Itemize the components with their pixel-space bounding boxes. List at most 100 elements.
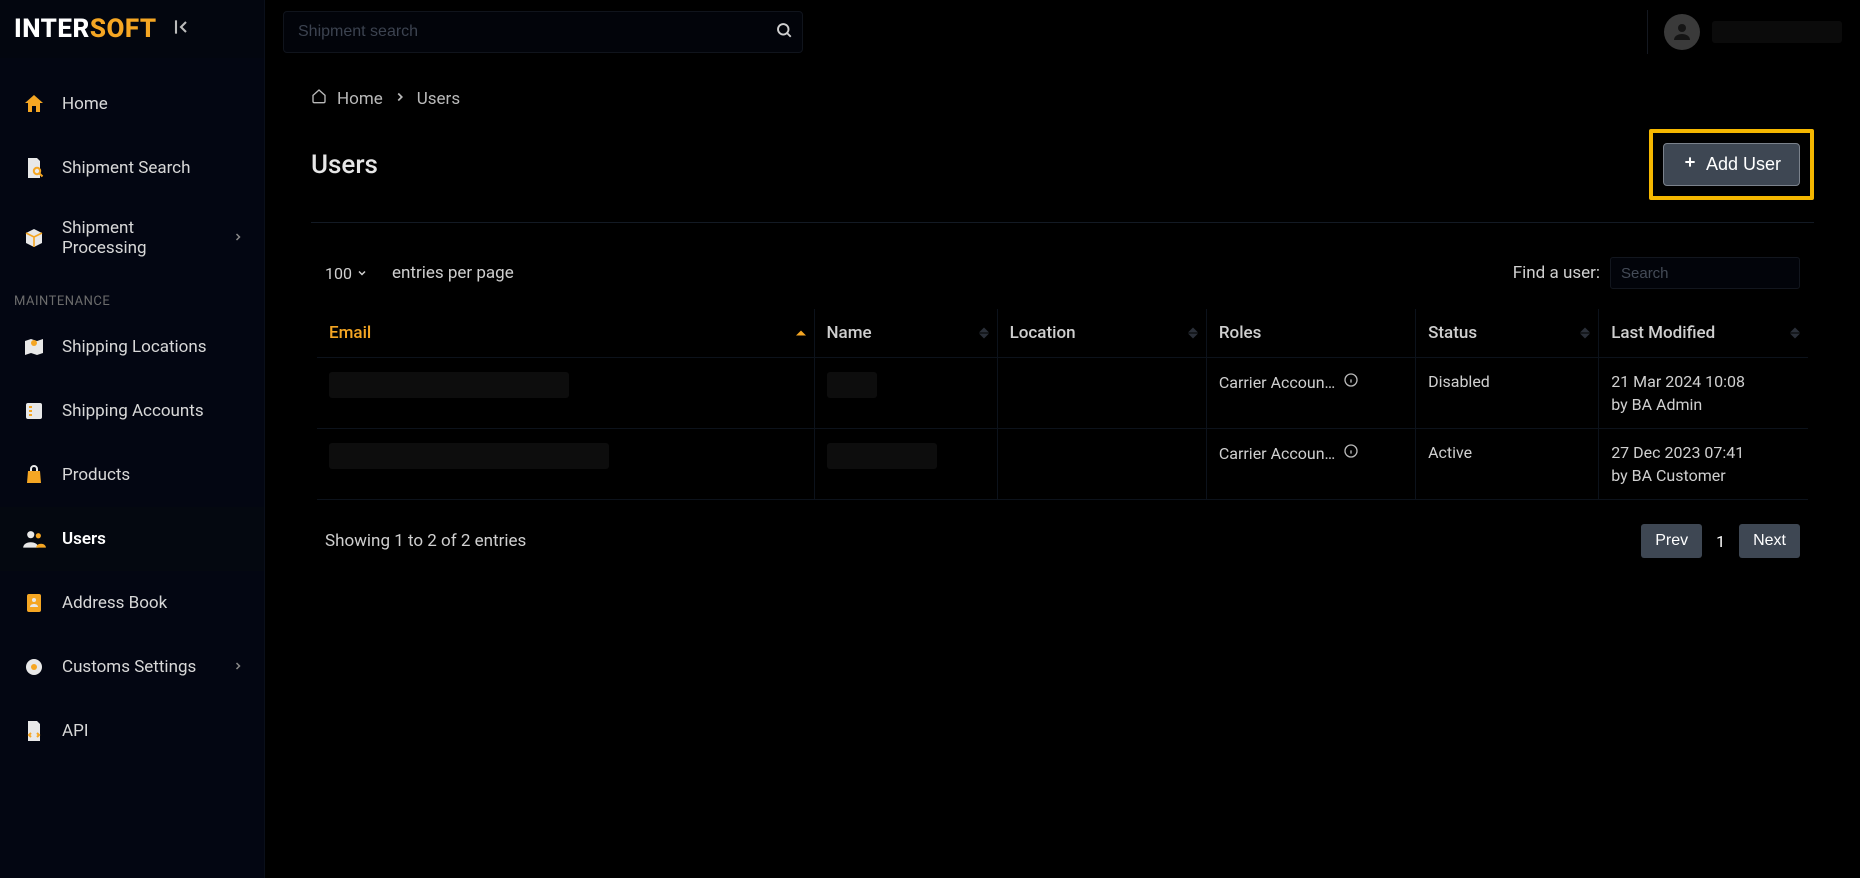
col-label: Status [1428, 323, 1477, 343]
sidebar-item-home[interactable]: Home [0, 72, 264, 136]
file-code-icon [20, 717, 48, 745]
sidebar-item-products[interactable]: Products [0, 443, 264, 507]
cell-roles: Carrier Accoun… [1219, 373, 1335, 392]
topbar [265, 0, 1860, 64]
info-icon[interactable] [1343, 443, 1359, 463]
sidebar: INTERSOFT Home Shipment Search [0, 0, 265, 878]
sidebar-item-shipment-search[interactable]: Shipment Search [0, 136, 264, 200]
col-label: Location [1010, 323, 1076, 343]
prev-button[interactable]: Prev [1641, 524, 1702, 558]
col-label: Last Modified [1611, 323, 1715, 343]
page-size-select[interactable]: 100 [325, 264, 368, 283]
page-current: 1 [1710, 532, 1731, 551]
content: Home Users Users Add User [265, 64, 1860, 582]
map-pin-icon [20, 333, 48, 361]
book-icon [20, 589, 48, 617]
table-controls: 100 entries per page Find a user: [311, 257, 1814, 309]
sidebar-item-label: Products [62, 465, 130, 485]
cell-last-by: by BA Customer [1611, 466, 1796, 485]
home-icon [311, 88, 327, 109]
user-name[interactable] [1712, 21, 1842, 43]
cell-last-date: 21 Mar 2024 10:08 [1611, 372, 1796, 391]
cell-email [329, 372, 569, 398]
find-user-input[interactable] [1610, 257, 1800, 289]
table-row[interactable]: Carrier Accoun… Active 27 Dec 2023 07:41… [317, 429, 1808, 500]
sidebar-item-label: Users [62, 529, 106, 549]
cell-status: Disabled [1428, 372, 1490, 391]
sidebar-item-label: Shipment Processing [62, 218, 218, 258]
users-table-wrap: Email Name Location [311, 309, 1814, 500]
page-header: Users Add User [311, 129, 1814, 223]
cell-last-by: by BA Admin [1611, 395, 1796, 414]
add-user-button[interactable]: Add User [1663, 143, 1800, 186]
sidebar-item-address-book[interactable]: Address Book [0, 571, 264, 635]
showing-entries: Showing 1 to 2 of 2 entries [325, 531, 526, 551]
sidebar-item-shipping-locations[interactable]: Shipping Locations [0, 315, 264, 379]
sidebar-section-maintenance: MAINTENANCE [0, 276, 264, 315]
col-status[interactable]: Status [1416, 309, 1599, 358]
add-user-highlight: Add User [1649, 129, 1814, 200]
sidebar-item-label: Shipping Locations [62, 337, 207, 357]
sort-icon [979, 328, 989, 339]
sidebar-item-users[interactable]: Users [0, 507, 264, 571]
col-label: Roles [1219, 323, 1262, 343]
sidebar-item-label: Shipping Accounts [62, 401, 204, 421]
logo-part2: SOFT [90, 14, 157, 44]
logo: INTERSOFT [14, 14, 157, 44]
sidebar-item-label: Shipment Search [62, 158, 190, 178]
info-icon[interactable] [1343, 372, 1359, 392]
sidebar-item-label: API [62, 721, 88, 741]
next-button[interactable]: Next [1739, 524, 1800, 558]
page-title: Users [311, 150, 378, 180]
users-table: Email Name Location [317, 309, 1808, 500]
table-footer: Showing 1 to 2 of 2 entries Prev 1 Next [311, 500, 1814, 558]
col-location[interactable]: Location [997, 309, 1206, 358]
search-wrap [283, 11, 803, 53]
sidebar-item-api[interactable]: API [0, 699, 264, 763]
chevron-right-icon [232, 228, 244, 248]
package-icon [20, 224, 48, 252]
sidebar-item-shipping-accounts[interactable]: Shipping Accounts [0, 379, 264, 443]
table-row[interactable]: Carrier Accoun… Disabled 21 Mar 2024 10:… [317, 358, 1808, 429]
add-user-label: Add User [1706, 154, 1781, 175]
sidebar-item-customs-settings[interactable]: Customs Settings [0, 635, 264, 699]
cell-email [329, 443, 609, 469]
chevron-right-icon [232, 657, 244, 677]
gear-icon [20, 653, 48, 681]
page-size-value: 100 [325, 264, 352, 283]
pager: Prev 1 Next [1641, 524, 1800, 558]
shipment-search-input[interactable] [283, 11, 803, 53]
users-icon [20, 525, 48, 553]
col-label: Name [827, 323, 872, 343]
sidebar-item-shipment-processing[interactable]: Shipment Processing [0, 200, 264, 276]
primary-nav: Home Shipment Search Shipment Processing… [0, 58, 264, 763]
plus-icon [1682, 154, 1698, 175]
cell-name [827, 372, 877, 398]
sort-icon [1188, 328, 1198, 339]
col-label: Email [329, 323, 371, 343]
cell-status: Active [1428, 443, 1472, 462]
sidebar-item-label: Customs Settings [62, 657, 196, 677]
main: Home Users Users Add User [265, 0, 1860, 878]
sidebar-collapse-icon[interactable] [171, 17, 191, 41]
sort-icon [796, 331, 806, 336]
sort-icon [1790, 328, 1800, 339]
col-roles[interactable]: Roles [1206, 309, 1415, 358]
bag-icon [20, 461, 48, 489]
sidebar-item-label: Home [62, 94, 108, 114]
find-user-label: Find a user: [1513, 263, 1600, 283]
home-icon [20, 90, 48, 118]
list-icon [20, 397, 48, 425]
search-icon[interactable] [775, 21, 793, 43]
breadcrumb-home[interactable]: Home [337, 89, 383, 109]
logo-part1: INTER [14, 14, 90, 44]
col-email[interactable]: Email [317, 309, 814, 358]
cell-name [827, 443, 937, 469]
cell-roles: Carrier Accoun… [1219, 444, 1335, 463]
breadcrumb-current: Users [417, 89, 460, 109]
logo-bar: INTERSOFT [0, 0, 264, 58]
col-name[interactable]: Name [814, 309, 997, 358]
topbar-divider [1647, 10, 1648, 54]
col-last-modified[interactable]: Last Modified [1599, 309, 1808, 358]
avatar[interactable] [1664, 14, 1700, 50]
